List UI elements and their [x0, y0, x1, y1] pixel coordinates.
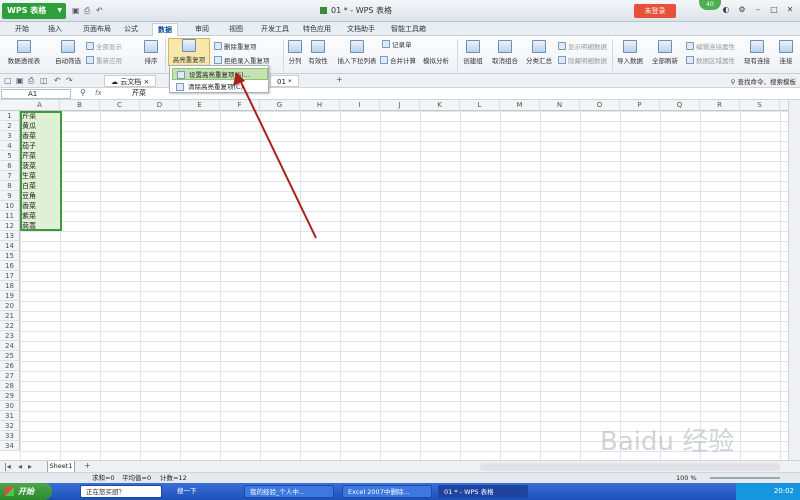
taskbar: 开始 正在怒买厨？ 搜一下 我的经验_个人中... Excel 2007中删除.…	[0, 483, 800, 500]
taskbar-item-browser2[interactable]: Excel 2007中删除...	[342, 485, 432, 498]
taskbar-search-text: 正在怒买厨？	[86, 488, 125, 496]
taskbar-item-browser[interactable]: 我的经验_个人中...	[244, 485, 334, 498]
next-sheet-icon[interactable]: ▸	[28, 462, 32, 471]
horizontal-scrollbar[interactable]	[480, 463, 780, 471]
zoom-level[interactable]: 100 %	[676, 473, 697, 483]
add-sheet-icon[interactable]: +	[84, 461, 91, 470]
taskbar-item-browser-label: 我的经验_个人中...	[250, 488, 305, 496]
taskbar-item-wps[interactable]: 01 * - WPS 表格	[438, 485, 528, 498]
taskbar-item-browser2-label: Excel 2007中删除...	[348, 488, 410, 496]
taskbar-item-wps-label: 01 * - WPS 表格	[444, 488, 494, 496]
start-button[interactable]: 开始	[0, 483, 52, 500]
status-sum: 求和=0	[92, 474, 115, 482]
zoom-slider[interactable]	[710, 477, 780, 479]
status-bar: 求和=0 平均值=0 计数=12 100 %	[0, 472, 800, 483]
taskbar-search-button[interactable]: 搜一下	[172, 485, 200, 498]
windows-logo-icon	[5, 487, 14, 496]
baidu-watermark: Baidu 经验	[600, 427, 734, 457]
first-sheet-icon[interactable]: |◂	[4, 462, 11, 471]
system-tray: 20:02	[736, 483, 800, 500]
start-label: 开始	[18, 487, 34, 496]
status-average: 平均值=0	[122, 474, 152, 482]
prev-sheet-icon[interactable]: ◂	[18, 462, 22, 471]
sheet-tab-bar: |◂ ◂ ▸ Sheet1 +	[0, 460, 800, 473]
watermark-text: Baidu 经验	[600, 427, 734, 457]
status-count: 计数=12	[160, 474, 187, 482]
clock: 20:02	[773, 487, 794, 495]
taskbar-search-box[interactable]: 正在怒买厨？	[80, 485, 162, 498]
